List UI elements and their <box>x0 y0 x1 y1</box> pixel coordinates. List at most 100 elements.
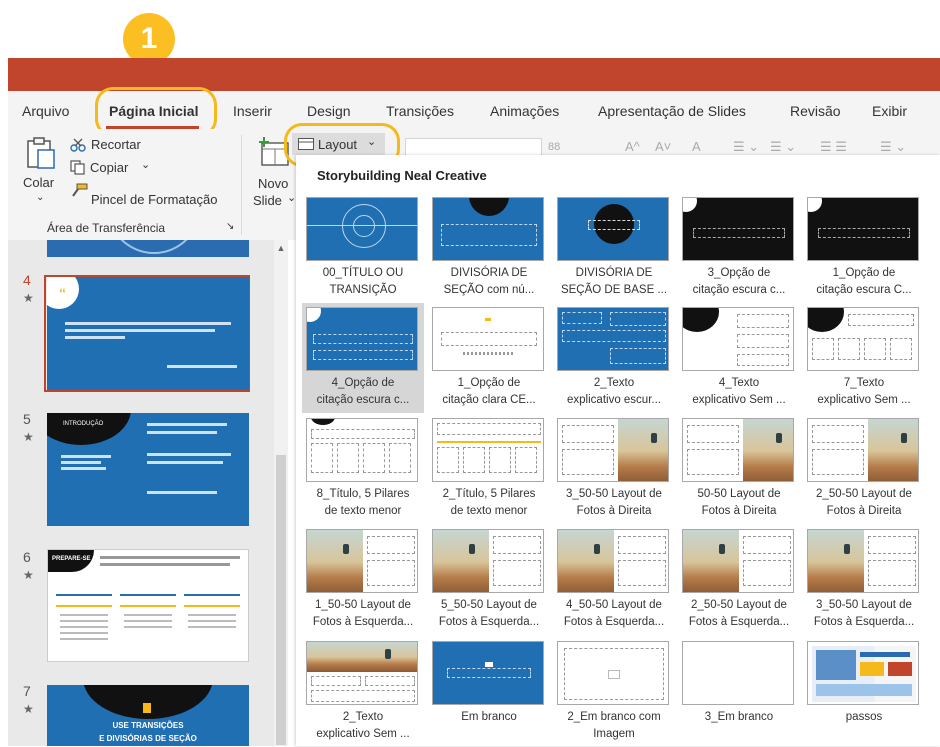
layout-option[interactable]: 50-50 Layout de Fotos à Direita <box>678 414 800 524</box>
layout-option[interactable]: 4_Opção de citação escura c... <box>302 303 424 413</box>
paste-icon[interactable] <box>24 136 58 170</box>
layout-option[interactable]: 3_Em branco <box>678 637 800 747</box>
layout-preview <box>306 418 418 482</box>
layout-option[interactable]: DIVISÓRIA DE SEÇÃO com nú... <box>428 193 550 303</box>
tab-exibir[interactable]: Exibir <box>872 103 907 119</box>
slide-number-5: 5 <box>23 411 31 427</box>
decrease-font-icon[interactable]: A˅ <box>655 139 671 154</box>
layout-option[interactable]: 5_50-50 Layout de Fotos à Esquerda... <box>428 525 550 635</box>
preview-shape <box>860 652 910 657</box>
copy-button[interactable]: Copiar <box>90 160 128 175</box>
layout-preview <box>807 418 919 482</box>
layout-preview <box>557 529 669 593</box>
layout-label: DIVISÓRIA DE SEÇÃO com nú... <box>428 265 550 299</box>
layout-label-line2: citação clara CE... <box>442 394 536 406</box>
tab-arquivo[interactable]: Arquivo <box>22 103 69 119</box>
increase-font-icon[interactable]: A^ <box>625 139 640 154</box>
preview-shape <box>868 560 916 586</box>
preview-shape <box>608 670 620 679</box>
preview-shape <box>363 443 385 473</box>
slide-number-7: 7 <box>23 683 31 699</box>
layout-option[interactable]: 8_Título, 5 Pilares de texto menor <box>302 414 424 524</box>
layout-option[interactable]: Em branco <box>428 637 550 747</box>
layout-option[interactable]: 4_Texto explicativo Sem ... <box>678 303 800 413</box>
layout-label-line1: 00_TÍTULO OU <box>322 267 404 279</box>
preview-shape <box>493 536 541 554</box>
layout-label-line1: 4_Opção de <box>331 377 395 389</box>
preview-shape <box>890 338 912 360</box>
new-slide-label-2[interactable]: Slide <box>253 193 282 208</box>
scroll-thumb[interactable] <box>276 455 286 745</box>
layout-option[interactable]: DIVISÓRIA DE SEÇÃO DE BASE ... <box>553 193 675 303</box>
preview-shape <box>860 662 884 676</box>
font-size-box[interactable]: 88 <box>548 141 560 153</box>
layout-option[interactable]: 2_Em branco com Imagem <box>553 637 675 747</box>
preview-shape <box>844 544 850 555</box>
layout-option[interactable]: 4_50-50 Layout de Fotos à Esquerda... <box>553 525 675 635</box>
layout-option[interactable]: 2_50-50 Layout de Fotos à Esquerda... <box>678 525 800 635</box>
preview-shape <box>618 560 666 586</box>
layout-preview <box>306 197 418 261</box>
layout-option[interactable]: 3_50-50 Layout de Fotos à Direita <box>553 414 675 524</box>
preview-shape <box>311 690 415 702</box>
layout-label: 8_Título, 5 Pilares de texto menor <box>302 486 424 520</box>
step-callout-number: 1 <box>140 22 158 55</box>
layout-option[interactable]: 00_TÍTULO OU TRANSIÇÃO <box>302 193 424 303</box>
layout-option[interactable]: 3_Opção de citação escura c... <box>678 193 800 303</box>
slide-thumbnail-5[interactable]: INTRODUÇÃO <box>47 413 249 526</box>
format-painter-button[interactable]: Pincel de Formatação <box>91 192 217 207</box>
tab-apresentacao[interactable]: Apresentação de Slides <box>598 103 746 119</box>
paste-button-label[interactable]: Colar <box>23 175 54 190</box>
slide-thumbnail-6[interactable]: PREPARE-SE <box>47 549 249 662</box>
layout-option[interactable]: 7_Texto explicativo Sem ... <box>803 303 925 413</box>
layout-label-line2: citação escura c... <box>692 284 786 296</box>
layout-option[interactable]: passos <box>803 637 925 747</box>
layout-label: 50-50 Layout de Fotos à Direita <box>678 486 800 520</box>
layout-preview <box>682 641 794 705</box>
slide-thumbnail-3-partial[interactable] <box>47 240 249 257</box>
cut-button[interactable]: Recortar <box>91 137 141 152</box>
numbering-icon[interactable]: ☰ ⌄ <box>770 139 796 155</box>
clear-format-icon[interactable]: A <box>692 139 701 154</box>
slide-star-4: ★ <box>23 291 34 305</box>
tab-animacoes[interactable]: Animações <box>490 103 559 119</box>
layout-preview <box>557 197 669 261</box>
layout-label: 2_50-50 Layout de Fotos à Direita <box>803 486 925 520</box>
tab-revisao[interactable]: Revisão <box>790 103 841 119</box>
layout-option[interactable]: 2_Título, 5 Pilares de texto menor <box>428 414 550 524</box>
tab-transicoes[interactable]: Transições <box>386 103 454 119</box>
tab-inserir[interactable]: Inserir <box>233 103 272 119</box>
layout-option[interactable]: 1_Opção de citação clara CE... <box>428 303 550 413</box>
preview-shape <box>737 314 789 328</box>
slide-thumbnail-4[interactable]: “ <box>47 277 249 390</box>
preview-shape <box>463 352 515 355</box>
tab-design[interactable]: Design <box>307 103 351 119</box>
layout-label: 3_50-50 Layout de Fotos à Esquerda... <box>803 597 925 631</box>
layout-label-line2: de texto menor <box>324 505 402 517</box>
layout-option[interactable]: 1_50-50 Layout de Fotos à Esquerda... <box>302 525 424 635</box>
layout-option[interactable]: 2_50-50 Layout de Fotos à Direita <box>803 414 925 524</box>
format-painter-icon <box>72 183 88 197</box>
line-spacing-icon[interactable]: ☰ ⌄ <box>880 139 906 155</box>
scroll-up-icon[interactable]: ▲ <box>276 243 286 253</box>
slide-thumbnail-7[interactable]: USE TRANSIÇÕES E DIVISÓRIAS DE SEÇÃO <box>47 685 249 746</box>
paste-dropdown-icon[interactable]: ⌄ <box>36 192 44 203</box>
preview-shape <box>776 433 782 444</box>
layout-option[interactable]: 3_50-50 Layout de Fotos à Esquerda... <box>803 525 925 635</box>
preview-shape <box>311 676 361 686</box>
layout-option[interactable]: 1_Opção de citação escura C... <box>803 193 925 303</box>
new-slide-dropdown-icon[interactable]: ⌄ <box>287 191 296 204</box>
clipboard-launcher-icon[interactable]: ↘ <box>226 221 234 232</box>
new-slide-label[interactable]: Novo <box>258 176 288 191</box>
preview-shape <box>562 330 666 342</box>
layout-option[interactable]: 2_Texto explicativo escur... <box>553 303 675 413</box>
preview-shape <box>812 425 864 443</box>
copy-dropdown-icon[interactable]: ⌄ <box>141 158 150 171</box>
preview-shape <box>437 447 459 473</box>
bullets-icon[interactable]: ☰ ⌄ <box>733 139 759 155</box>
indent-icon[interactable]: ☰ ☰ <box>820 139 847 155</box>
preview-shape <box>441 332 537 346</box>
layout-preview <box>807 641 919 705</box>
preview-shape <box>743 536 791 554</box>
layout-option[interactable]: 2_Texto explicativo Sem ... <box>302 637 424 747</box>
